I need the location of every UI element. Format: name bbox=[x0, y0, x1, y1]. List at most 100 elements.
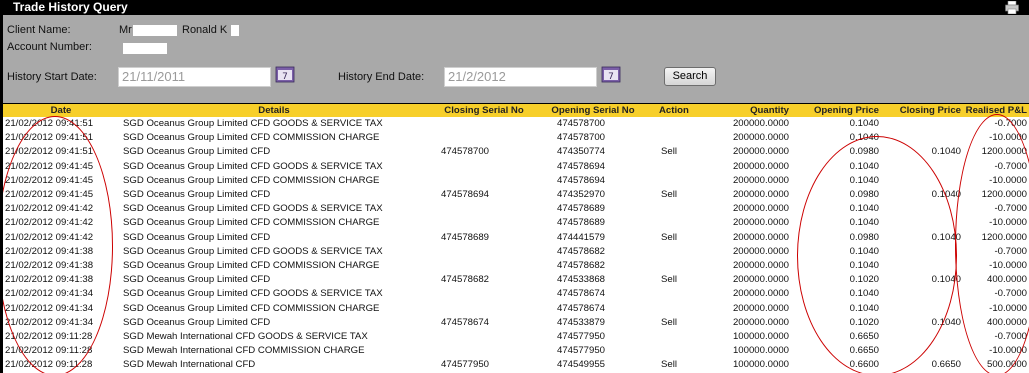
cell-closing-serial: 474578674 bbox=[441, 316, 490, 328]
cell-action: Sell bbox=[661, 146, 677, 158]
table-row[interactable]: 21/02/2012 09:41:42 SGD Oceanus Group Lim… bbox=[3, 231, 1029, 245]
cell-realised-pl: 400.0000 bbox=[986, 274, 1027, 286]
cell-closing-serial bbox=[429, 160, 539, 174]
cell-opening-price: 0.1020 bbox=[849, 274, 879, 286]
column-header-quantity[interactable]: Quantity bbox=[705, 104, 791, 117]
cell-action: Sell bbox=[661, 189, 677, 201]
table-row[interactable]: 21/02/2012 09:41:34 SGD Oceanus Group Lim… bbox=[3, 316, 1029, 330]
redaction bbox=[231, 25, 239, 36]
table-row[interactable]: 21/02/2012 09:41:45 SGD Oceanus Group Lim… bbox=[3, 174, 1029, 188]
cell-opening-serial: 474578694 bbox=[557, 174, 606, 186]
history-start-label: History Start Date: bbox=[7, 71, 97, 83]
cell-opening-price: 0.6600 bbox=[849, 359, 879, 371]
cell-quantity: 200000.0000 bbox=[732, 231, 789, 243]
table-row[interactable]: 21/02/2012 09:41:51 SGD Oceanus Group Lim… bbox=[3, 117, 1029, 131]
redaction bbox=[133, 25, 177, 36]
cell-realised-pl: -0.7000 bbox=[994, 160, 1027, 172]
calendar-icon[interactable]: 7 bbox=[601, 65, 621, 83]
cell-opening-price: 0.1040 bbox=[849, 288, 879, 300]
table-row[interactable]: 21/02/2012 09:41:42 SGD Oceanus Group Lim… bbox=[3, 216, 1029, 230]
column-header-closing-price[interactable]: Closing Price bbox=[881, 104, 963, 117]
cell-closing-serial bbox=[429, 287, 539, 301]
cell-closing-serial bbox=[429, 330, 539, 344]
table-row[interactable]: 21/02/2012 09:41:38 SGD Oceanus Group Lim… bbox=[3, 259, 1029, 273]
cell-details: SGD Oceanus Group Limited CFD bbox=[123, 274, 271, 286]
cell-quantity: 200000.0000 bbox=[732, 118, 789, 129]
cell-realised-pl: 500.0000 bbox=[986, 359, 1027, 371]
history-start-input[interactable]: 21/11/2011 bbox=[118, 67, 271, 87]
column-header-date[interactable]: Date bbox=[3, 104, 119, 117]
cell-details: SGD Oceanus Group Limited CFD GOODS & SE… bbox=[123, 203, 383, 215]
history-end-input[interactable]: 21/2/2012 bbox=[444, 67, 597, 87]
cell-action bbox=[647, 259, 705, 273]
cell-realised-pl: -10.0000 bbox=[989, 345, 1027, 357]
cell-closing-serial: 474577950 bbox=[441, 359, 490, 371]
table-row[interactable]: 21/02/2012 09:11:28 SGD Mewah Internation… bbox=[3, 344, 1029, 358]
table-row[interactable]: 21/02/2012 09:41:42 SGD Oceanus Group Lim… bbox=[3, 202, 1029, 216]
cell-details: SGD Oceanus Group Limited CFD GOODS & SE… bbox=[123, 245, 383, 257]
cell-closing-price bbox=[881, 245, 963, 259]
table-row[interactable]: 21/02/2012 09:11:28 SGD Mewah Internation… bbox=[3, 358, 1029, 372]
cell-closing-serial: 474578682 bbox=[441, 274, 490, 286]
cell-date: 21/02/2012 09:41:51 bbox=[5, 118, 94, 129]
cell-date: 21/02/2012 09:41:45 bbox=[5, 189, 94, 201]
column-header-action[interactable]: Action bbox=[647, 104, 705, 117]
cell-details: SGD Oceanus Group Limited CFD GOODS & SE… bbox=[123, 118, 383, 129]
table-row[interactable]: 21/02/2012 09:41:38 SGD Oceanus Group Lim… bbox=[3, 273, 1029, 287]
printer-icon[interactable] bbox=[1005, 1, 1019, 14]
table-row[interactable]: 21/02/2012 09:41:34 SGD Oceanus Group Lim… bbox=[3, 287, 1029, 301]
window-title: Trade History Query bbox=[13, 0, 128, 14]
cell-realised-pl: -10.0000 bbox=[989, 260, 1027, 272]
cell-action bbox=[647, 131, 705, 145]
calendar-icon[interactable]: 7 bbox=[275, 65, 295, 83]
cell-closing-serial bbox=[429, 259, 539, 273]
cell-opening-serial: 474352970 bbox=[557, 189, 606, 201]
cell-quantity: 200000.0000 bbox=[732, 316, 789, 328]
table-row[interactable]: 21/02/2012 09:41:38 SGD Oceanus Group Lim… bbox=[3, 245, 1029, 259]
cell-closing-price bbox=[881, 131, 963, 145]
cell-details: SGD Mewah International CFD COMMISSION C… bbox=[123, 345, 365, 357]
column-header-opening-price[interactable]: Opening Price bbox=[791, 104, 881, 117]
table-row[interactable]: 21/02/2012 09:41:34 SGD Oceanus Group Lim… bbox=[3, 302, 1029, 316]
cell-date: 21/02/2012 09:41:42 bbox=[5, 217, 94, 229]
cell-closing-serial: 474578689 bbox=[441, 231, 490, 243]
client-name-value: Ronald K bbox=[182, 24, 228, 36]
cell-details: SGD Oceanus Group Limited CFD COMMISSION… bbox=[123, 217, 380, 229]
cell-date: 21/02/2012 09:41:42 bbox=[5, 231, 94, 243]
cell-realised-pl: 1200.0000 bbox=[981, 189, 1027, 201]
column-header-opening-serial[interactable]: Opening Serial No bbox=[539, 104, 647, 117]
table-row[interactable]: 21/02/2012 09:11:28 SGD Mewah Internation… bbox=[3, 330, 1029, 344]
cell-date: 21/02/2012 09:41:34 bbox=[5, 316, 94, 328]
table-row[interactable]: 21/02/2012 09:41:51 SGD Oceanus Group Lim… bbox=[3, 131, 1029, 145]
cell-details: SGD Oceanus Group Limited CFD bbox=[123, 231, 271, 243]
column-header-details[interactable]: Details bbox=[119, 104, 429, 117]
cell-opening-serial: 474578674 bbox=[557, 288, 606, 300]
cell-details: SGD Oceanus Group Limited CFD COMMISSION… bbox=[123, 260, 380, 272]
cell-quantity: 200000.0000 bbox=[732, 203, 789, 215]
cell-date: 21/02/2012 09:41:45 bbox=[5, 160, 94, 172]
cell-opening-price: 0.1040 bbox=[849, 118, 879, 129]
cell-closing-serial: 474578700 bbox=[441, 146, 490, 158]
cell-closing-serial bbox=[429, 117, 539, 131]
table-row[interactable]: 21/02/2012 09:41:51 SGD Oceanus Group Lim… bbox=[3, 145, 1029, 159]
cell-quantity: 100000.0000 bbox=[732, 345, 789, 357]
column-header-closing-serial[interactable]: Closing Serial No bbox=[429, 104, 539, 117]
cell-quantity: 200000.0000 bbox=[732, 146, 789, 158]
cell-closing-price bbox=[881, 302, 963, 316]
cell-action bbox=[647, 202, 705, 216]
column-header-realised-pl[interactable]: Realised P&L bbox=[963, 104, 1029, 117]
cell-details: SGD Oceanus Group Limited CFD COMMISSION… bbox=[123, 132, 380, 144]
search-button[interactable]: Search bbox=[664, 67, 716, 86]
svg-text:7: 7 bbox=[608, 72, 614, 82]
account-number-label: Account Number: bbox=[7, 41, 92, 53]
cell-realised-pl: -0.7000 bbox=[994, 245, 1027, 257]
cell-details: SGD Oceanus Group Limited CFD GOODS & SE… bbox=[123, 160, 383, 172]
cell-quantity: 200000.0000 bbox=[732, 217, 789, 229]
cell-opening-serial: 474578689 bbox=[557, 217, 606, 229]
cell-quantity: 100000.0000 bbox=[732, 359, 789, 371]
table-row[interactable]: 21/02/2012 09:41:45 SGD Oceanus Group Lim… bbox=[3, 188, 1029, 202]
cell-opening-serial: 474578700 bbox=[557, 132, 606, 144]
table-header-row: Date Details Closing Serial No Opening S… bbox=[3, 104, 1029, 117]
cell-quantity: 200000.0000 bbox=[732, 302, 789, 314]
table-row[interactable]: 21/02/2012 09:41:45 SGD Oceanus Group Lim… bbox=[3, 160, 1029, 174]
